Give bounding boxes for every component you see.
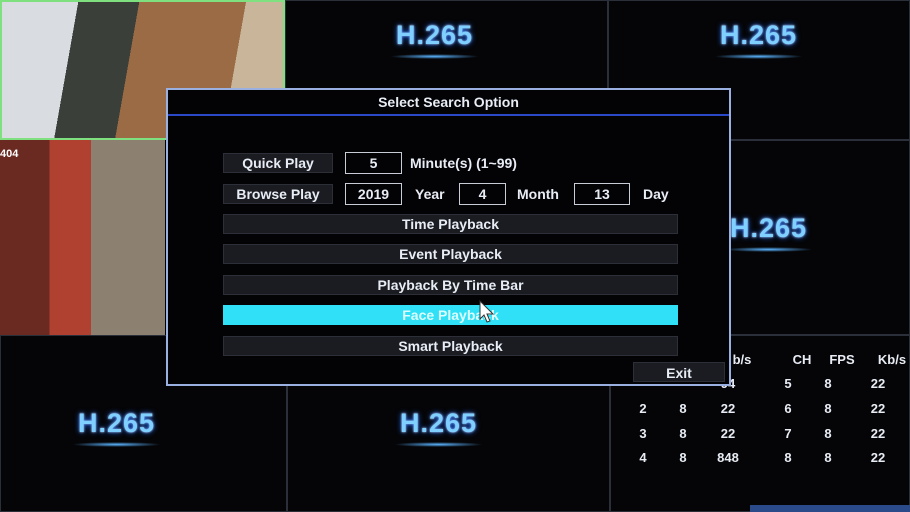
- stats-cell: 22: [870, 376, 886, 391]
- quick-play-button[interactable]: Quick Play: [223, 153, 333, 173]
- day-label: Day: [643, 186, 669, 202]
- mouse-cursor-icon: [479, 300, 495, 323]
- stats-cell: 22: [870, 426, 886, 441]
- h265-logo: H.265: [389, 20, 480, 59]
- stats-cell: 8: [824, 426, 832, 441]
- stats-cell: 8: [824, 450, 832, 465]
- status-bar: [750, 505, 910, 512]
- h265-logo: H.265: [723, 213, 814, 252]
- quick-play-minutes-input[interactable]: 5: [345, 152, 402, 174]
- stats-cell: 8: [824, 376, 832, 391]
- year-input[interactable]: 2019: [345, 183, 402, 205]
- stats-cell: 5: [784, 376, 792, 391]
- stats-cell: 4: [639, 450, 647, 465]
- stats-cell: 2: [639, 401, 647, 416]
- camera-label: 404: [0, 148, 19, 160]
- h265-logo: H.265: [393, 408, 484, 447]
- stats-cell: 22: [720, 426, 736, 441]
- stats-cell: 848: [717, 450, 739, 465]
- stats-cell: 6: [784, 401, 792, 416]
- minutes-label: Minute(s) (1~99): [410, 155, 517, 171]
- exit-button[interactable]: Exit: [633, 362, 725, 382]
- stats-cell: 8: [784, 450, 792, 465]
- month-input[interactable]: 4: [459, 183, 506, 205]
- stats-cell: 8: [679, 401, 687, 416]
- h265-logo: H.265: [713, 20, 804, 59]
- face-playback-button[interactable]: Face Playback: [223, 305, 678, 325]
- stats-cell: 22: [870, 401, 886, 416]
- range-label: (1~99): [476, 155, 517, 171]
- unit-label: Minute(s): [410, 155, 473, 171]
- dialog-title: Select Search Option: [168, 90, 729, 116]
- stats-cell: 8: [679, 426, 687, 441]
- time-playback-button[interactable]: Time Playback: [223, 214, 678, 234]
- year-label: Year: [415, 186, 445, 202]
- stats-cell: 3: [639, 426, 647, 441]
- stats-cell: 7: [784, 426, 792, 441]
- stats-cell: 22: [870, 450, 886, 465]
- stats-cell: 8: [824, 401, 832, 416]
- stats-cell: 22: [720, 401, 736, 416]
- browse-play-button[interactable]: Browse Play: [223, 184, 333, 204]
- stats-cell: 8: [679, 450, 687, 465]
- event-playback-button[interactable]: Event Playback: [223, 244, 678, 264]
- month-label: Month: [517, 186, 559, 202]
- stats-header: CH: [792, 352, 812, 367]
- day-input[interactable]: 13: [574, 183, 630, 205]
- h265-logo: H.265: [71, 408, 162, 447]
- stats-header: FPS: [829, 352, 855, 367]
- stats-header: Kb/s: [877, 352, 907, 367]
- select-search-option-dialog: Select Search Option Quick Play 5 Minute…: [166, 88, 731, 386]
- camera-feed-2[interactable]: [0, 140, 165, 335]
- smart-playback-button[interactable]: Smart Playback: [223, 336, 678, 356]
- playback-by-time-bar-button[interactable]: Playback By Time Bar: [223, 275, 678, 295]
